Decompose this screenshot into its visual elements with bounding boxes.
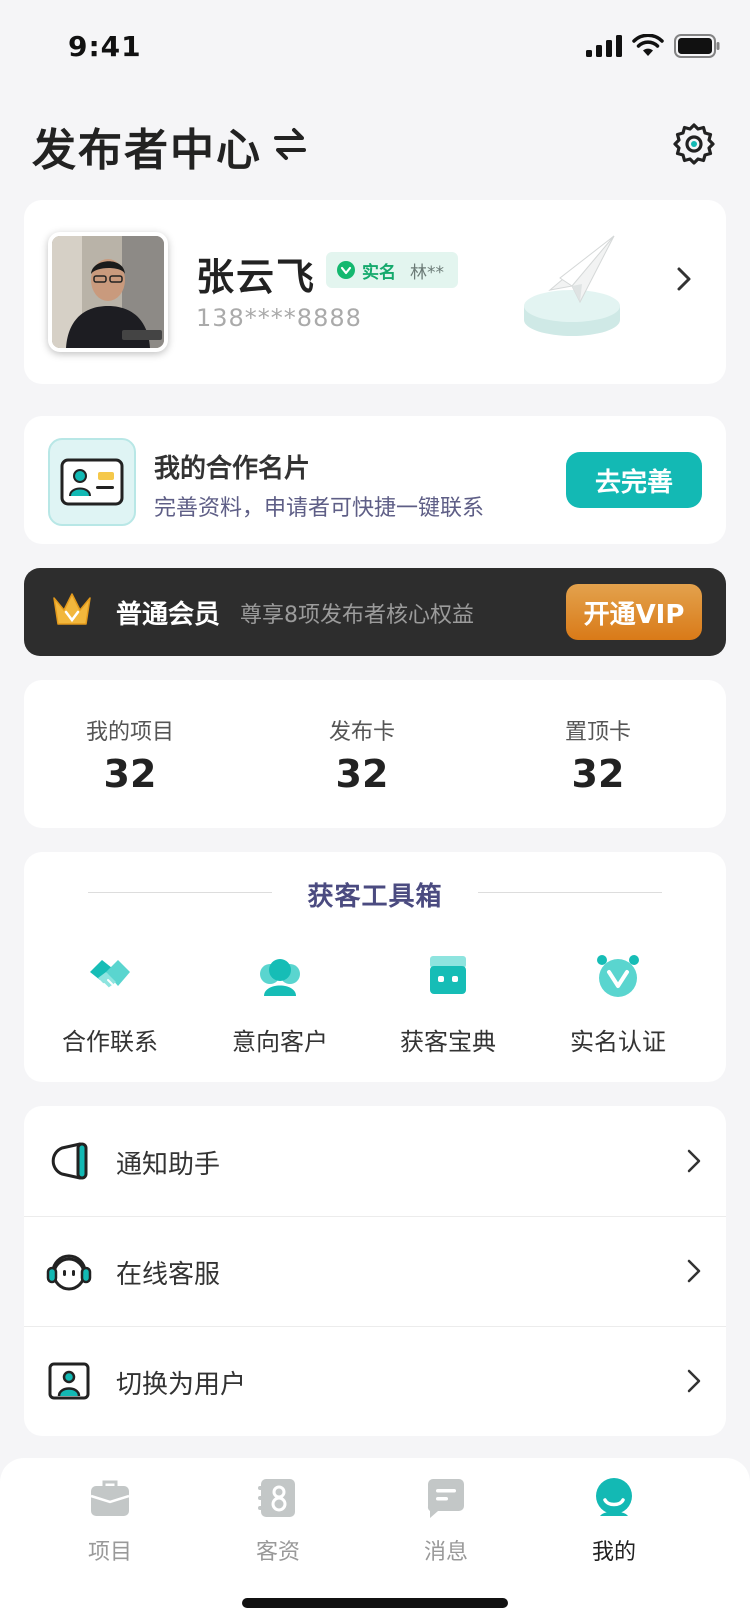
tab-label: 我的 (591, 1540, 636, 1565)
gear-icon[interactable] (672, 122, 716, 166)
briefcase-icon (90, 1480, 130, 1516)
vip-description: 尊享8项发布者核心权益 (240, 603, 474, 628)
status-icons (586, 34, 720, 58)
business-card-title: 我的合作名片 (154, 454, 311, 484)
stat-label: 我的项目 (85, 720, 174, 745)
stat-publish-cards[interactable]: 发布卡 32 (262, 714, 462, 796)
tab-messages[interactable]: 消息 (386, 1476, 506, 1566)
stat-my-projects[interactable]: 我的项目 32 (30, 714, 230, 796)
vip-level: 普通会员 (116, 600, 221, 630)
open-vip-button[interactable]: 开通VIP (566, 584, 702, 640)
wifi-icon (632, 34, 664, 56)
battery-icon (674, 34, 720, 58)
business-card-panel[interactable]: 我的合作名片 完善资料，申请者可快捷一键联系 去完善 (24, 416, 726, 544)
complete-profile-button[interactable]: 去完善 (566, 452, 702, 508)
menu-item-online-service[interactable]: 在线客服 (24, 1216, 726, 1326)
chevron-right-icon (687, 1369, 701, 1393)
home-indicator (242, 1598, 508, 1608)
tool-potential-customers[interactable]: 意向客户 (200, 952, 360, 1057)
stats-panel: 我的项目 32 发布卡 32 置顶卡 32 (24, 680, 726, 828)
menu-item-switch-to-user[interactable]: 切换为用户 (24, 1326, 726, 1436)
tab-projects[interactable]: 项目 (50, 1476, 170, 1566)
status-time: 9:41 (68, 30, 142, 63)
stat-pin-cards[interactable]: 置顶卡 32 (498, 714, 698, 796)
swap-icon[interactable] (272, 124, 308, 164)
tool-label: 实名认证 (570, 1028, 666, 1056)
tool-real-name-verify[interactable]: 实名认证 (538, 952, 698, 1057)
customers-icon (260, 959, 300, 996)
cellular-signal-icon (586, 35, 622, 57)
settings-menu: 通知助手 在线客服 切换为用户 (24, 1106, 726, 1436)
divider-line (478, 892, 662, 893)
vip-banner[interactable]: 普通会员 尊享8项发布者核心权益 开通VIP (24, 568, 726, 656)
paper-plane-illustration-icon (524, 235, 620, 336)
chevron-right-icon[interactable] (674, 264, 694, 294)
profile-icon (596, 1478, 632, 1516)
tool-label: 获客宝典 (400, 1028, 496, 1056)
tool-acquisition-guide[interactable]: 获客宝典 (368, 952, 528, 1057)
stat-label: 置顶卡 (564, 720, 631, 745)
toolbox-title: 获客工具箱 (307, 882, 443, 912)
speaker-icon (51, 1142, 88, 1180)
profile-card[interactable]: 张云飞 实名 林** 138****8888 (24, 200, 726, 384)
user-switch-icon (48, 1362, 90, 1400)
stat-label: 发布卡 (328, 720, 395, 745)
message-icon (427, 1479, 464, 1518)
verify-label: 实名 (362, 262, 396, 283)
stat-value: 32 (103, 752, 157, 796)
stat-value: 32 (335, 752, 389, 796)
chevron-right-icon (687, 1149, 701, 1173)
stat-value: 32 (571, 752, 625, 796)
tab-label: 项目 (87, 1540, 132, 1565)
customer-toolbox: 获客工具箱 合作联系 意向客户 获客宝典 实名认证 (24, 852, 726, 1082)
menu-label: 通知助手 (116, 1150, 221, 1180)
chevron-right-icon (687, 1259, 701, 1283)
menu-label: 切换为用户 (116, 1370, 247, 1400)
page-title: 发布者中心 (32, 125, 262, 176)
tool-label: 意向客户 (232, 1028, 328, 1056)
headset-icon (46, 1254, 92, 1291)
handshake-icon (90, 960, 130, 989)
avatar[interactable] (48, 232, 168, 352)
menu-label: 在线客服 (116, 1260, 221, 1290)
contacts-icon (258, 1479, 295, 1517)
verified-badge: 实名 林** (326, 252, 458, 288)
tab-label: 消息 (423, 1540, 468, 1565)
tab-label: 客资 (255, 1540, 300, 1565)
verified-badge-icon (597, 955, 639, 997)
profile-name: 张云飞 (196, 255, 317, 299)
tool-label: 合作联系 (62, 1028, 158, 1056)
tab-leads[interactable]: 客资 (218, 1476, 338, 1566)
business-card-icon (48, 438, 136, 526)
store-icon (430, 956, 466, 994)
profile-phone: 138****8888 (196, 304, 362, 332)
tab-mine[interactable]: 我的 (554, 1476, 674, 1566)
verified-check-icon (337, 261, 355, 279)
tool-cooperation-contact[interactable]: 合作联系 (30, 952, 190, 1057)
menu-item-notification-assistant[interactable]: 通知助手 (24, 1106, 726, 1216)
crown-icon (53, 593, 91, 625)
verify-name: 林** (410, 262, 444, 283)
business-card-subtitle: 完善资料，申请者可快捷一键联系 (154, 496, 485, 521)
